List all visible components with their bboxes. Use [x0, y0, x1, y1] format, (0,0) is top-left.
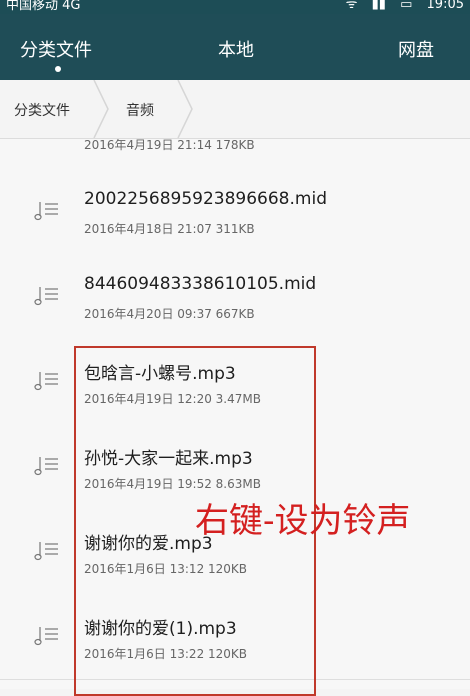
file-meta: 2016年4月19日 21:14 178KB [84, 139, 255, 152]
tab-bar: 分类文件 本地 网盘 [0, 14, 470, 80]
music-file-icon [34, 372, 58, 391]
file-meta: 2016年4月20日 09:37 667KB [84, 307, 255, 321]
wifi-icon: ᯤ [345, 0, 358, 12]
chevron-right-icon [177, 80, 193, 138]
active-tab-indicator [55, 66, 61, 72]
tab-local[interactable]: 本地 [218, 36, 254, 62]
breadcrumb-item-audio[interactable]: 音频 [126, 100, 154, 120]
carrier-label: 中国移动 4G [6, 0, 81, 13]
file-name: 844609483338610105.mid [84, 274, 317, 294]
music-file-icon [34, 287, 58, 306]
signal-icon: ▮▮ [371, 0, 386, 12]
list-item[interactable]: 2002256895923896668.mid 2016年4月18日 21:07… [0, 169, 470, 255]
music-file-icon [34, 542, 58, 561]
tab-cloud-drive[interactable]: 网盘 [398, 36, 434, 62]
music-file-icon [34, 627, 58, 646]
annotation-text: 右键-设为铃声 [195, 501, 411, 541]
tab-category-files[interactable]: 分类文件 [20, 36, 92, 62]
status-time: 19:05 [426, 0, 464, 12]
file-meta: 2016年4月18日 21:07 311KB [84, 222, 255, 236]
battery-icon: ▭ [400, 0, 413, 12]
chevron-right-icon [93, 80, 109, 138]
music-file-icon [34, 457, 58, 476]
status-bar: 中国移动 4G ᯤ ▮▮ ▭ 19:05 [0, 0, 470, 14]
file-name: 2002256895923896668.mid [84, 189, 327, 209]
breadcrumb: 分类文件 音频 [0, 80, 470, 139]
status-icons: ᯤ ▮▮ ▭ 19:05 [336, 0, 464, 12]
list-item[interactable]: 2016年4月19日 21:14 178KB [0, 139, 470, 170]
list-item[interactable]: 844609483338610105.mid 2016年4月20日 09:37 … [0, 254, 470, 340]
music-file-icon [34, 202, 58, 221]
breadcrumb-item-category-files[interactable]: 分类文件 [14, 100, 70, 120]
